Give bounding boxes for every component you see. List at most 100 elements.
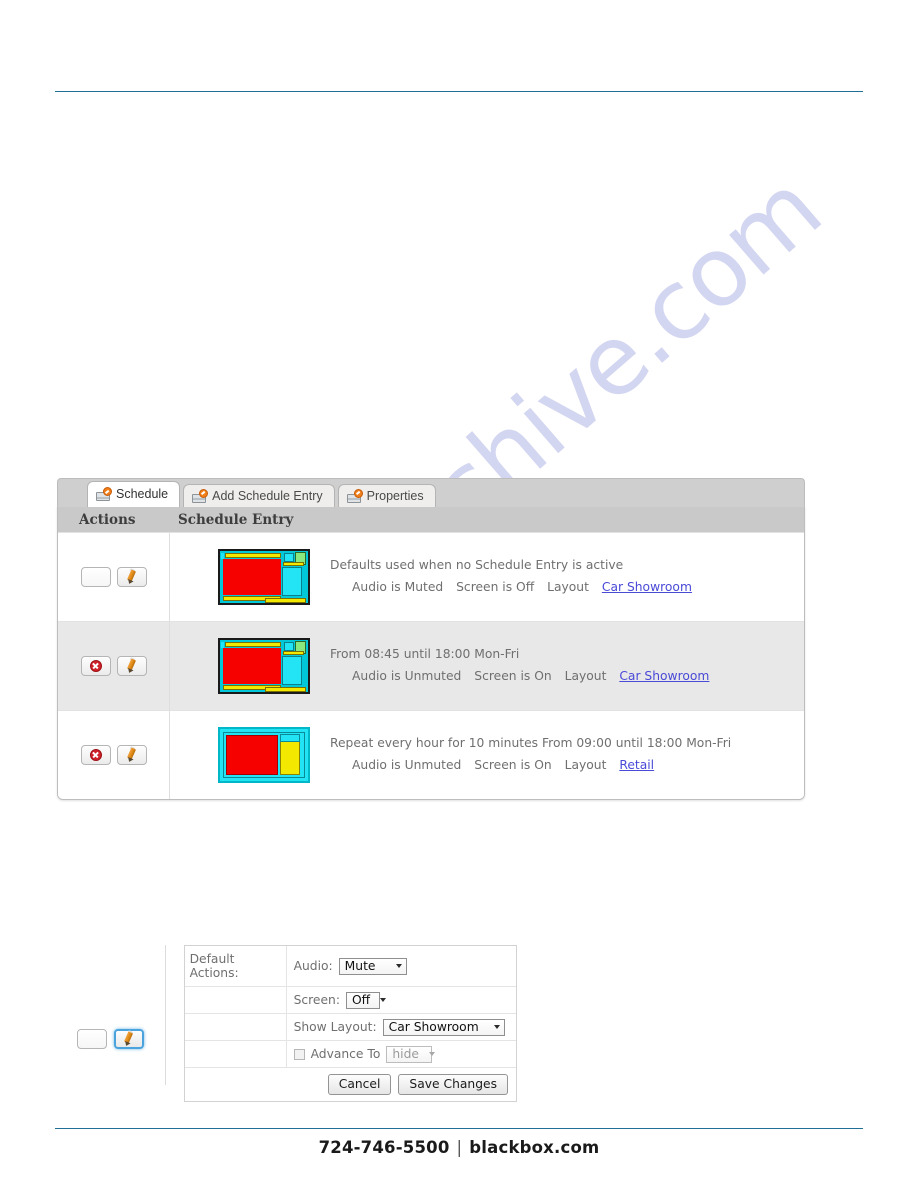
car-showroom-layout-thumbnail xyxy=(218,549,310,605)
tab-properties[interactable]: Properties xyxy=(337,484,436,507)
row-actions-cell xyxy=(58,711,170,799)
car-showroom-layout-thumbnail xyxy=(218,638,310,694)
page-footer: 724-746-5500 | blackbox.com xyxy=(0,1138,918,1157)
delete-icon xyxy=(89,660,102,672)
audio-select-value: Mute xyxy=(344,959,376,973)
row-audio-state: Audio is Unmuted xyxy=(352,669,462,683)
column-header-schedule-entry: Schedule Entry xyxy=(178,511,294,528)
edit-button[interactable] xyxy=(116,656,147,676)
delete-button[interactable] xyxy=(80,745,111,765)
form-row-advance-to: . Advance To hide xyxy=(184,1041,516,1068)
tab-properties-label: Properties xyxy=(366,488,424,503)
form-row-audio: Default Actions: Audio: Mute xyxy=(184,946,516,987)
row-entry-cell: From 08:45 until 18:00 Mon-Fri Audio is … xyxy=(170,622,804,710)
delete-button-disabled xyxy=(77,1029,108,1049)
footer-site: blackbox.com xyxy=(469,1138,600,1157)
default-actions-title: Default Actions: xyxy=(185,946,287,986)
row-layout-link[interactable]: Car Showroom xyxy=(619,669,709,683)
spacer-cell: . xyxy=(185,1041,287,1067)
row-screen-state: Screen is On xyxy=(474,669,552,683)
form-row-show-layout: . Show Layout: Car Showroom xyxy=(184,1014,516,1041)
row-layout-label: Layout xyxy=(564,669,607,683)
pencil-icon xyxy=(122,1030,136,1048)
screen-select-value: Off xyxy=(351,993,371,1007)
page-bottom-rule xyxy=(55,1128,863,1129)
chevron-down-icon xyxy=(380,998,387,1002)
row-layout-label: Layout xyxy=(547,580,589,594)
row-layout-link[interactable]: Retail xyxy=(619,758,654,772)
footer-phone: 724-746-5500 xyxy=(318,1138,450,1157)
row-settings-summary: Audio is Muted Screen is Off Layout Car … xyxy=(330,577,692,599)
column-header-actions: Actions xyxy=(79,511,136,528)
form-button-row: Cancel Save Changes xyxy=(185,1068,516,1101)
show-layout-label: Show Layout: xyxy=(293,1020,377,1034)
row-entry-cell: Defaults used when no Schedule Entry is … xyxy=(170,533,804,621)
table-header: Actions Schedule Entry xyxy=(58,507,804,532)
delete-button[interactable] xyxy=(80,656,111,676)
row-layout-label: Layout xyxy=(564,758,607,772)
row-schedule-summary: Repeat every hour for 10 minutes From 09… xyxy=(330,736,732,751)
cancel-button[interactable]: Cancel xyxy=(327,1074,392,1096)
pencil-icon xyxy=(125,746,139,764)
row-schedule-summary: From 08:45 until 18:00 Mon-Fri xyxy=(330,647,520,662)
row-actions-cell xyxy=(58,533,170,621)
advance-to-field: Advance To hide xyxy=(287,1042,516,1067)
tab-strip: Schedule Add Schedule Entry Properties xyxy=(57,478,805,507)
advance-to-checkbox[interactable] xyxy=(293,1048,305,1060)
schedule-card-icon xyxy=(192,488,209,503)
table-row: Defaults used when no Schedule Entry is … xyxy=(58,532,804,621)
tab-add-schedule-entry-label: Add Schedule Entry xyxy=(212,488,323,503)
row-description: Repeat every hour for 10 minutes From 09… xyxy=(330,733,731,776)
row-screen-state: Screen is On xyxy=(474,758,552,772)
row-settings-summary: Audio is Unmuted Screen is On Layout Car… xyxy=(330,666,709,688)
show-layout-field: Show Layout: Car Showroom xyxy=(287,1015,516,1040)
default-actions-editor: Default Actions: Audio: Mute . Screen: O… xyxy=(57,945,517,1103)
chevron-down-icon xyxy=(428,1052,435,1056)
row-layout-link[interactable]: Car Showroom xyxy=(602,580,692,594)
screen-select[interactable]: Off xyxy=(345,991,387,1009)
edit-button[interactable] xyxy=(116,567,147,587)
audio-select[interactable]: Mute xyxy=(338,957,407,975)
tab-add-schedule-entry[interactable]: Add Schedule Entry xyxy=(183,484,335,507)
form-row-screen: . Screen: Off xyxy=(184,987,516,1014)
row-entry-cell: Repeat every hour for 10 minutes From 09… xyxy=(170,711,804,799)
row-schedule-summary: Defaults used when no Schedule Entry is … xyxy=(330,558,624,573)
editor-actions-cell xyxy=(57,945,166,1085)
edit-form-box: Default Actions: Audio: Mute . Screen: O… xyxy=(183,945,517,1103)
schedule-panel: Actions Schedule Entry Defaults used whe… xyxy=(57,506,805,800)
footer-separator: | xyxy=(456,1138,463,1157)
schedule-card-icon xyxy=(96,487,112,501)
delete-icon xyxy=(89,749,102,761)
table-row: From 08:45 until 18:00 Mon-Fri Audio is … xyxy=(58,621,804,710)
row-actions-cell xyxy=(58,622,170,710)
screen-label: Screen: xyxy=(293,993,340,1007)
row-audio-state: Audio is Muted xyxy=(352,580,444,594)
save-changes-button[interactable]: Save Changes xyxy=(398,1074,508,1096)
table-row: Repeat every hour for 10 minutes From 09… xyxy=(58,710,804,799)
show-layout-select[interactable]: Car Showroom xyxy=(382,1018,505,1036)
advance-to-select-value: hide xyxy=(392,1047,419,1061)
row-description: From 08:45 until 18:00 Mon-Fri Audio is … xyxy=(330,644,709,687)
chevron-down-icon xyxy=(395,964,402,968)
screen-field: Screen: Off xyxy=(287,988,516,1013)
advance-to-label: Advance To xyxy=(310,1047,381,1061)
show-layout-select-value: Car Showroom xyxy=(388,1020,479,1034)
row-description: Defaults used when no Schedule Entry is … xyxy=(330,555,692,598)
pencil-icon xyxy=(125,657,139,675)
advance-to-select[interactable]: hide xyxy=(386,1045,435,1063)
delete-button-disabled xyxy=(80,567,111,587)
row-screen-state: Screen is Off xyxy=(456,580,535,594)
edit-button[interactable] xyxy=(116,745,147,765)
tab-schedule[interactable]: Schedule xyxy=(87,481,181,507)
edit-button-active[interactable] xyxy=(114,1029,145,1049)
tab-schedule-label: Schedule xyxy=(116,487,169,502)
pencil-icon xyxy=(125,568,139,586)
chevron-down-icon xyxy=(493,1025,500,1029)
audio-field: Audio: Mute xyxy=(287,954,516,979)
audio-label: Audio: xyxy=(293,959,333,973)
spacer-cell: . xyxy=(185,1014,287,1040)
page-top-rule xyxy=(55,91,863,92)
row-settings-summary: Audio is Unmuted Screen is On Layout Ret… xyxy=(330,755,731,777)
spacer-cell: . xyxy=(185,987,287,1013)
row-audio-state: Audio is Unmuted xyxy=(352,758,462,772)
